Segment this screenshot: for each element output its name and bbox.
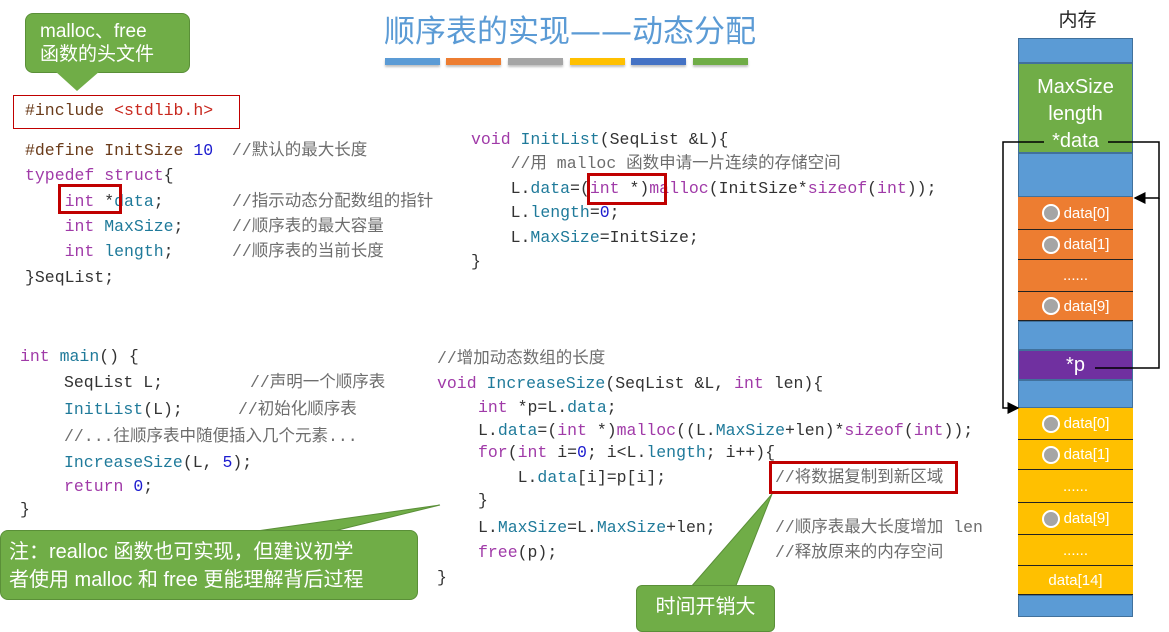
array-cell: ...... bbox=[1018, 260, 1133, 292]
array-cell: data[0] bbox=[1018, 408, 1133, 440]
memory-label: 内存 bbox=[1058, 10, 1097, 31]
free-memory-block bbox=[1018, 321, 1133, 350]
array-cell: data[0] bbox=[1018, 197, 1133, 230]
struct-field: length bbox=[1048, 103, 1103, 125]
element-circle-icon bbox=[1041, 297, 1060, 315]
cell-label: data[9] bbox=[1063, 510, 1110, 527]
struct-field: MaxSize bbox=[1037, 76, 1114, 98]
array-cell: ...... bbox=[1018, 535, 1133, 566]
cell-label: ...... bbox=[1062, 477, 1088, 495]
array-cell: data[9] bbox=[1018, 292, 1133, 321]
array-cell: data[9] bbox=[1018, 503, 1133, 535]
cell-label: data[1] bbox=[1063, 446, 1110, 463]
cell-label: ...... bbox=[1062, 541, 1088, 559]
element-circle-icon bbox=[1041, 445, 1060, 464]
old-array-block: data[0] data[1]...... data[9] bbox=[1018, 197, 1133, 321]
seqlist-struct-block: MaxSize length *data bbox=[1018, 63, 1133, 153]
pointer-label: *p bbox=[1066, 354, 1085, 376]
array-cell: data[1] bbox=[1018, 230, 1133, 260]
struct-field: *data bbox=[1052, 130, 1099, 152]
cell-label: data[9] bbox=[1063, 297, 1110, 315]
cell-label: data[0] bbox=[1063, 204, 1110, 222]
note-line: 者使用 malloc 和 free 更能理解背后过程 bbox=[9, 569, 364, 591]
cell-label: ...... bbox=[1062, 267, 1088, 284]
element-circle-icon bbox=[1041, 509, 1060, 528]
realloc-note-callout: 注：realloc 函数也可实现，但建议初学 者使用 malloc 和 free… bbox=[0, 530, 418, 600]
element-circle-icon bbox=[1041, 235, 1060, 254]
free-memory-block bbox=[1018, 595, 1133, 617]
cell-label: data[14] bbox=[1048, 571, 1103, 589]
free-memory-block bbox=[1018, 153, 1133, 197]
array-cell: ...... bbox=[1018, 470, 1133, 503]
free-memory-block bbox=[1018, 38, 1133, 63]
element-circle-icon bbox=[1041, 414, 1060, 433]
free-memory-block bbox=[1018, 380, 1133, 408]
cell-label: data[1] bbox=[1063, 236, 1110, 253]
cell-label: data[0] bbox=[1063, 415, 1110, 432]
new-array-block: data[0] data[1]...... data[9]...... data[14… bbox=[1018, 408, 1133, 595]
array-cell: data[1] bbox=[1018, 440, 1133, 470]
note-line: 注：realloc 函数也可实现，但建议初学 bbox=[9, 541, 354, 563]
pointer-p-block: *p bbox=[1018, 350, 1133, 380]
array-cell: data[14] bbox=[1018, 566, 1133, 595]
element-circle-icon bbox=[1041, 204, 1060, 222]
